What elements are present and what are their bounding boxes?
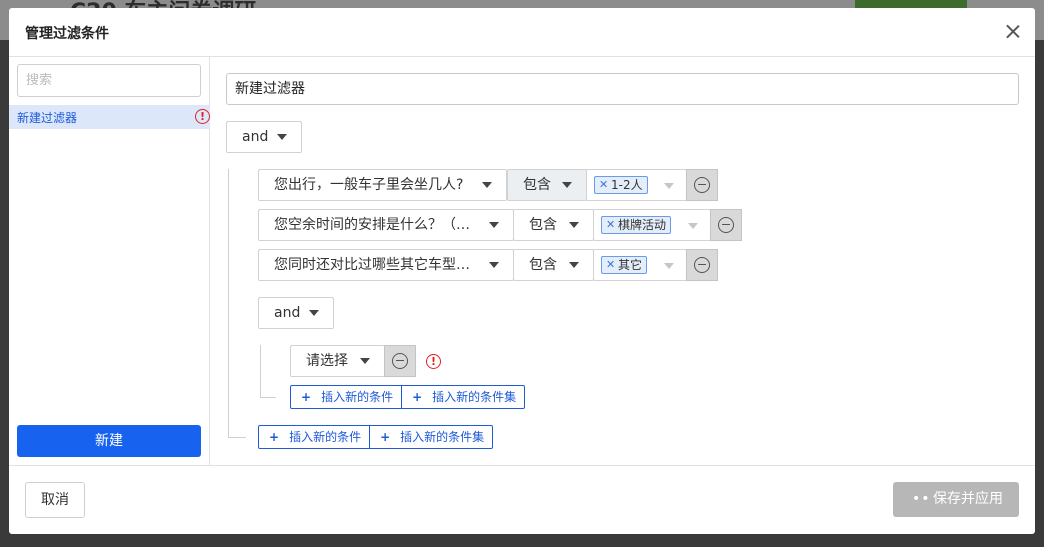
group-insert-condition-button[interactable]: + 插入新的条件 bbox=[291, 386, 401, 408]
close-icon[interactable] bbox=[1003, 22, 1023, 42]
value-tag: ✕ 棋牌活动 bbox=[601, 216, 672, 234]
insert-condition-set-button[interactable]: + 插入新的条件集 bbox=[369, 426, 492, 448]
insert-condition-label: 插入新的条件 bbox=[321, 390, 394, 404]
condition-field-select[interactable]: 请选择 bbox=[290, 345, 385, 377]
plus-icon: + bbox=[269, 430, 280, 444]
condition-field-select[interactable]: 您空余时间的安排是什么？（… bbox=[258, 209, 514, 241]
root-operator-select[interactable]: and bbox=[226, 121, 302, 153]
condition-field-select[interactable]: 您同时还对比过哪些其它车型… bbox=[258, 249, 514, 281]
warning-circle-icon: ! bbox=[195, 109, 210, 124]
condition-operator-value: 包含 bbox=[529, 257, 557, 273]
minus-circle-icon bbox=[392, 353, 408, 369]
condition-field-value: 您同时还对比过哪些其它车型… bbox=[274, 257, 470, 273]
filter-name-input[interactable]: 新建过滤器 bbox=[226, 73, 1019, 105]
plus-icon: + bbox=[380, 430, 391, 444]
tag-label: 1-2人 bbox=[611, 178, 643, 192]
group-operator-select[interactable]: and bbox=[258, 297, 334, 329]
group-operator-value: and bbox=[274, 305, 301, 321]
condition-operator-select[interactable]: 包含 bbox=[513, 209, 594, 241]
condition-value-select[interactable]: ✕ 其它 bbox=[593, 249, 687, 281]
filter-manager-modal: 管理过滤条件 新建过滤器 ! 新建 新建过滤器 and 您出行，一般车子里会坐几… bbox=[9, 8, 1035, 534]
condition-operator-value: 包含 bbox=[523, 177, 551, 193]
warning-circle-icon: ! bbox=[426, 354, 441, 369]
root-insert-button-group: + 插入新的条件 + 插入新的条件集 bbox=[258, 425, 494, 449]
condition-field-value: 您空余时间的安排是什么？（… bbox=[274, 217, 470, 233]
group-insert-button-group: + 插入新的条件 + 插入新的条件集 bbox=[290, 385, 526, 409]
caret-down-icon bbox=[489, 262, 499, 268]
save-button-label: 保存并应用 bbox=[933, 491, 1003, 507]
caret-down-icon bbox=[277, 134, 287, 140]
condition-operator-select[interactable]: 包含 bbox=[507, 169, 587, 201]
caret-down-icon bbox=[360, 358, 370, 364]
insert-condition-button[interactable]: + 插入新的条件 bbox=[259, 426, 369, 448]
tree-line bbox=[260, 345, 261, 397]
caret-down-icon bbox=[664, 183, 674, 189]
plus-icon: + bbox=[301, 390, 312, 404]
root-operator-value: and bbox=[242, 129, 269, 145]
group-insert-condition-set-button[interactable]: + 插入新的条件集 bbox=[401, 386, 524, 408]
tree-line bbox=[228, 437, 246, 438]
remove-condition-button[interactable] bbox=[384, 345, 416, 377]
remove-condition-button[interactable] bbox=[710, 209, 742, 241]
value-tag: ✕ 其它 bbox=[601, 256, 648, 274]
tag-label: 棋牌活动 bbox=[618, 218, 667, 232]
tree-line bbox=[260, 397, 276, 398]
condition-operator-select[interactable]: 包含 bbox=[513, 249, 594, 281]
remove-condition-button[interactable] bbox=[686, 169, 718, 201]
caret-down-icon bbox=[482, 182, 492, 188]
caret-down-icon bbox=[569, 222, 579, 228]
modal-header: 管理过滤条件 bbox=[9, 8, 1035, 57]
condition-operator-value: 包含 bbox=[529, 217, 557, 233]
new-filter-button[interactable]: 新建 bbox=[17, 425, 201, 457]
caret-down-icon bbox=[562, 182, 572, 188]
loading-dots-icon: •• bbox=[912, 491, 931, 507]
caret-down-icon bbox=[489, 222, 499, 228]
save-and-apply-button[interactable]: •• 保存并应用 bbox=[893, 482, 1019, 517]
sidebar-item-label: 新建过滤器 bbox=[17, 111, 78, 125]
tag-close-icon[interactable]: ✕ bbox=[606, 217, 615, 233]
insert-condition-label: 插入新的条件 bbox=[289, 430, 362, 444]
filter-list-sidebar: 新建过滤器 ! 新建 bbox=[9, 57, 210, 465]
caret-down-icon bbox=[309, 310, 319, 316]
caret-down-icon bbox=[664, 263, 674, 269]
condition-field-placeholder: 请选择 bbox=[306, 353, 348, 369]
minus-circle-icon bbox=[718, 217, 734, 233]
cancel-button[interactable]: 取消 bbox=[25, 482, 85, 518]
plus-icon: + bbox=[412, 390, 423, 404]
minus-circle-icon bbox=[694, 257, 710, 273]
sidebar-item-new-filter[interactable]: 新建过滤器 ! bbox=[9, 105, 210, 129]
modal-title: 管理过滤条件 bbox=[25, 26, 109, 42]
tag-close-icon[interactable]: ✕ bbox=[599, 177, 608, 193]
tree-line bbox=[228, 169, 229, 437]
tag-label: 其它 bbox=[618, 258, 643, 272]
modal-footer: 取消 •• 保存并应用 bbox=[9, 465, 1035, 534]
condition-value-select[interactable]: ✕ 1-2人 bbox=[586, 169, 687, 201]
insert-condition-set-label: 插入新的条件集 bbox=[432, 390, 517, 404]
condition-field-select[interactable]: 您出行，一般车子里会坐几人? bbox=[258, 169, 507, 201]
search-input[interactable] bbox=[17, 64, 201, 97]
insert-condition-set-label: 插入新的条件集 bbox=[400, 430, 485, 444]
condition-field-value: 您出行，一般车子里会坐几人? bbox=[274, 177, 464, 193]
caret-down-icon bbox=[688, 223, 698, 229]
remove-condition-button[interactable] bbox=[686, 249, 718, 281]
condition-value-select[interactable]: ✕ 棋牌活动 bbox=[593, 209, 711, 241]
value-tag: ✕ 1-2人 bbox=[594, 176, 648, 194]
caret-down-icon bbox=[569, 262, 579, 268]
filter-editor: 新建过滤器 and 您出行，一般车子里会坐几人? 包含 ✕ 1-2人 您空余时间的… bbox=[210, 57, 1035, 465]
tag-close-icon[interactable]: ✕ bbox=[606, 257, 615, 273]
minus-circle-icon bbox=[694, 177, 710, 193]
